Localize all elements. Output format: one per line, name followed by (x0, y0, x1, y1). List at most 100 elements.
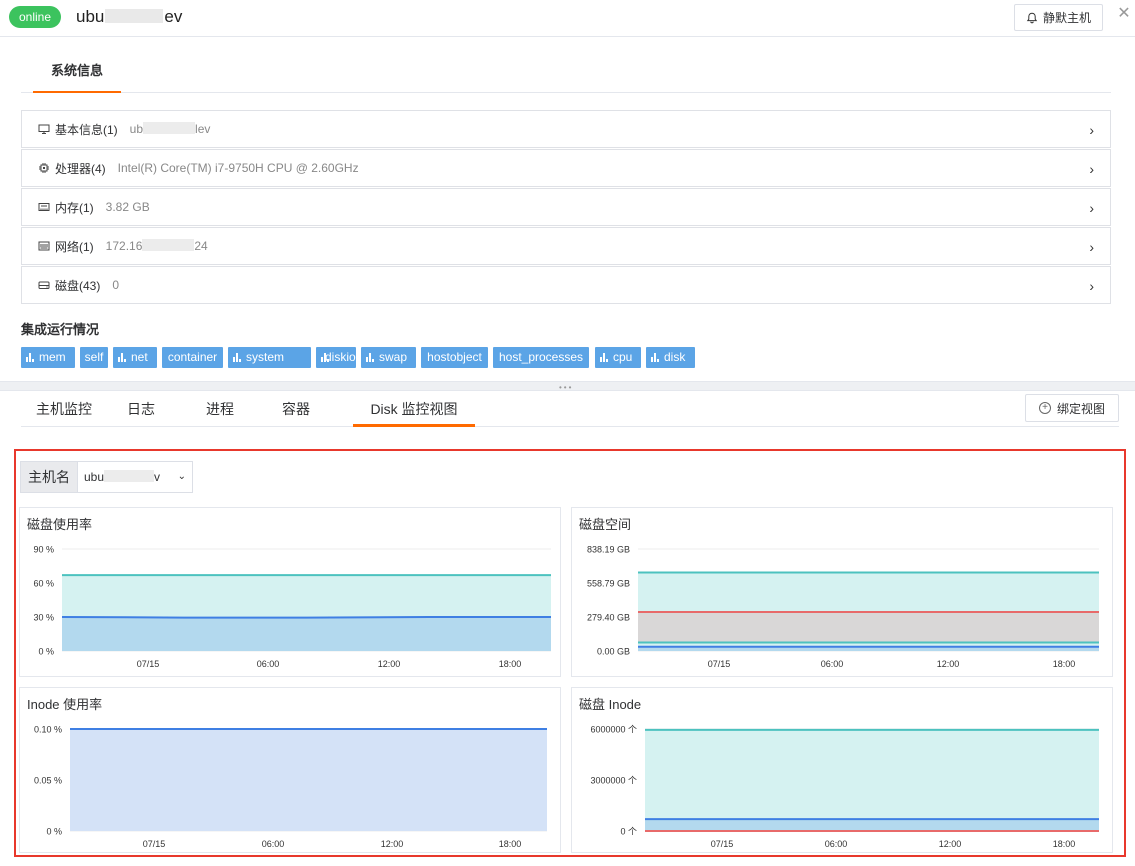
info-label: 处理器(4) (55, 161, 106, 176)
status-badge: online (9, 6, 61, 28)
host-name-suffix: ev (164, 7, 183, 26)
bar-chart-icon (600, 353, 609, 362)
tag-label: cpu (613, 350, 633, 364)
chart-disk-space: 838.19 GB 558.79 GB 279.40 GB 0.00 GB 07/15 0… (571, 507, 1113, 677)
redacted-mask (142, 239, 195, 251)
bar-chart-icon (26, 353, 35, 362)
plus-circle-icon: + (1038, 402, 1051, 414)
bar-chart-icon (651, 353, 660, 362)
value-prefix: 172.16 (105, 239, 143, 253)
chevron-right-icon: › (1089, 278, 1094, 294)
info-value: Intel(R) Core(TM) i7-9750H CPU @ 2.60GHz (117, 161, 359, 175)
x-tick-label: 12:00 (378, 659, 401, 669)
info-label: 内存(1) (55, 200, 94, 215)
chart-plot: 6000000 个 3000000 个 0 个 07/15 06:00 12:00 18:0… (590, 725, 1099, 849)
info-value: ub lev (130, 122, 210, 136)
x-tick-label: 12:00 (381, 839, 404, 849)
x-tick-label: 06:00 (257, 659, 280, 669)
bind-view-button[interactable]: + 绑定视图 (1025, 394, 1119, 422)
tab-monitor-4[interactable]: Disk 监控视图 (353, 395, 475, 427)
tab-monitor-0[interactable]: 主机监控 (21, 395, 107, 427)
bind-view-label: 绑定视图 (1056, 401, 1105, 416)
x-tick-label: 18:00 (1053, 839, 1076, 849)
x-tick-label: 07/15 (137, 659, 160, 669)
tag-self[interactable]: self (80, 347, 108, 368)
chart-inode-usage: 0.10 % 0.05 % 0 % 07/15 06:00 12:00 18:00 Inod… (19, 687, 561, 853)
bar-chart-icon (233, 353, 242, 362)
x-tick-label: 12:00 (939, 839, 962, 849)
bell-icon (1026, 12, 1038, 23)
network-icon (38, 240, 50, 252)
info-row-memory[interactable]: 内存(1) 3.82 GB › (21, 188, 1111, 226)
tag-mem[interactable]: mem (21, 347, 75, 368)
info-row-network[interactable]: 网络(1) 172.16 24 › (21, 227, 1111, 265)
chevron-down-icon: ⌄ (177, 471, 186, 482)
info-value: 0 (112, 278, 120, 292)
y-tick-label: 0.05 % (34, 776, 62, 786)
chart-plot: 838.19 GB 558.79 GB 279.40 GB 0.00 GB 07/15 0… (587, 545, 1099, 669)
y-tick-label: 0 % (38, 647, 54, 657)
y-tick-label: 558.79 GB (587, 579, 630, 589)
tag-label: diskio (325, 350, 356, 364)
x-tick-label: 06:00 (825, 839, 848, 849)
tag-label: container (167, 350, 218, 364)
chart-title: Inode 使用率 (27, 697, 103, 712)
monitor-tabs: 主机监控 日志 进程 容器 Disk 监控视图 (21, 395, 1119, 427)
chart-plot: 90 % 60 % 30 % 0 % 07/15 06:00 12:00 18:00 (33, 545, 551, 669)
panel-splitter[interactable]: ••• (0, 381, 1135, 392)
integration-title: 集成运行情况 (21, 322, 100, 337)
host-name-prefix: ubu (76, 7, 105, 26)
drag-handle-icon[interactable]: ••• (559, 383, 573, 392)
x-tick-label: 12:00 (937, 659, 960, 669)
tag-host-processes[interactable]: host_processes (493, 347, 589, 368)
tag-disk[interactable]: disk (646, 347, 695, 368)
host-select[interactable]: ubu v ⌄ (78, 461, 193, 493)
tag-label: mem (39, 350, 66, 364)
chart-title: 磁盘使用率 (27, 517, 93, 532)
y-tick-label: 838.19 GB (587, 545, 630, 555)
y-tick-label: 0 个 (620, 827, 637, 837)
memory-icon (38, 201, 50, 213)
info-row-disk[interactable]: 磁盘(43) 0 › (21, 266, 1111, 304)
info-row-basic[interactable]: 基本信息(1) ub lev › (21, 110, 1111, 148)
info-label: 网络(1) (55, 239, 94, 254)
tab-monitor-1[interactable]: 日志 (121, 395, 161, 427)
tag-label: system (246, 350, 285, 364)
series-line (61, 616, 551, 619)
tag-cpu[interactable]: cpu (595, 347, 641, 368)
x-tick-label: 07/15 (711, 839, 734, 849)
tag-system[interactable]: system (228, 347, 311, 368)
tag-label: net (131, 350, 148, 364)
mute-host-button[interactable]: 静默主机 (1014, 4, 1103, 31)
tag-label: host_processes (498, 350, 584, 364)
tag-swap[interactable]: swap (361, 347, 416, 368)
tag-diskio[interactable]: diskio (316, 347, 356, 368)
disk-icon (38, 279, 50, 291)
y-tick-label: 3000000 个 (590, 776, 637, 786)
tag-container[interactable]: container (162, 347, 223, 368)
y-tick-label: 6000000 个 (590, 725, 637, 735)
y-tick-label: 90 % (33, 545, 54, 555)
chart-title: 磁盘 Inode (579, 697, 642, 712)
tab-monitor-3[interactable]: 容器 (272, 395, 320, 427)
y-tick-label: 0.10 % (34, 725, 62, 735)
info-row-cpu[interactable]: 处理器(4) Intel(R) Core(TM) i7-9750H CPU @ … (21, 149, 1111, 187)
x-tick-label: 07/15 (708, 659, 731, 669)
tab-system-info[interactable]: 系统信息 (33, 57, 121, 93)
page-title: ubu ev (76, 7, 182, 27)
tag-hostobject[interactable]: hostobject (421, 347, 488, 368)
close-icon[interactable]: ✕ (1116, 6, 1132, 22)
series-area (70, 729, 547, 831)
x-tick-label: 07/15 (143, 839, 166, 849)
host-select-prefix: ubu (84, 470, 105, 484)
tab-monitor-2[interactable]: 进程 (196, 395, 244, 427)
bar-chart-icon (118, 353, 127, 362)
system-tabs: 系统信息 (21, 57, 1111, 93)
info-label: 磁盘(43) (55, 278, 101, 293)
chart-title: 磁盘空间 (579, 517, 632, 532)
chevron-right-icon: › (1089, 161, 1094, 177)
chevron-right-icon: › (1089, 200, 1094, 216)
page-header: online ubu ev 静默主机 ✕ (0, 0, 1135, 37)
bar-chart-icon (366, 353, 375, 362)
tag-net[interactable]: net (113, 347, 157, 368)
